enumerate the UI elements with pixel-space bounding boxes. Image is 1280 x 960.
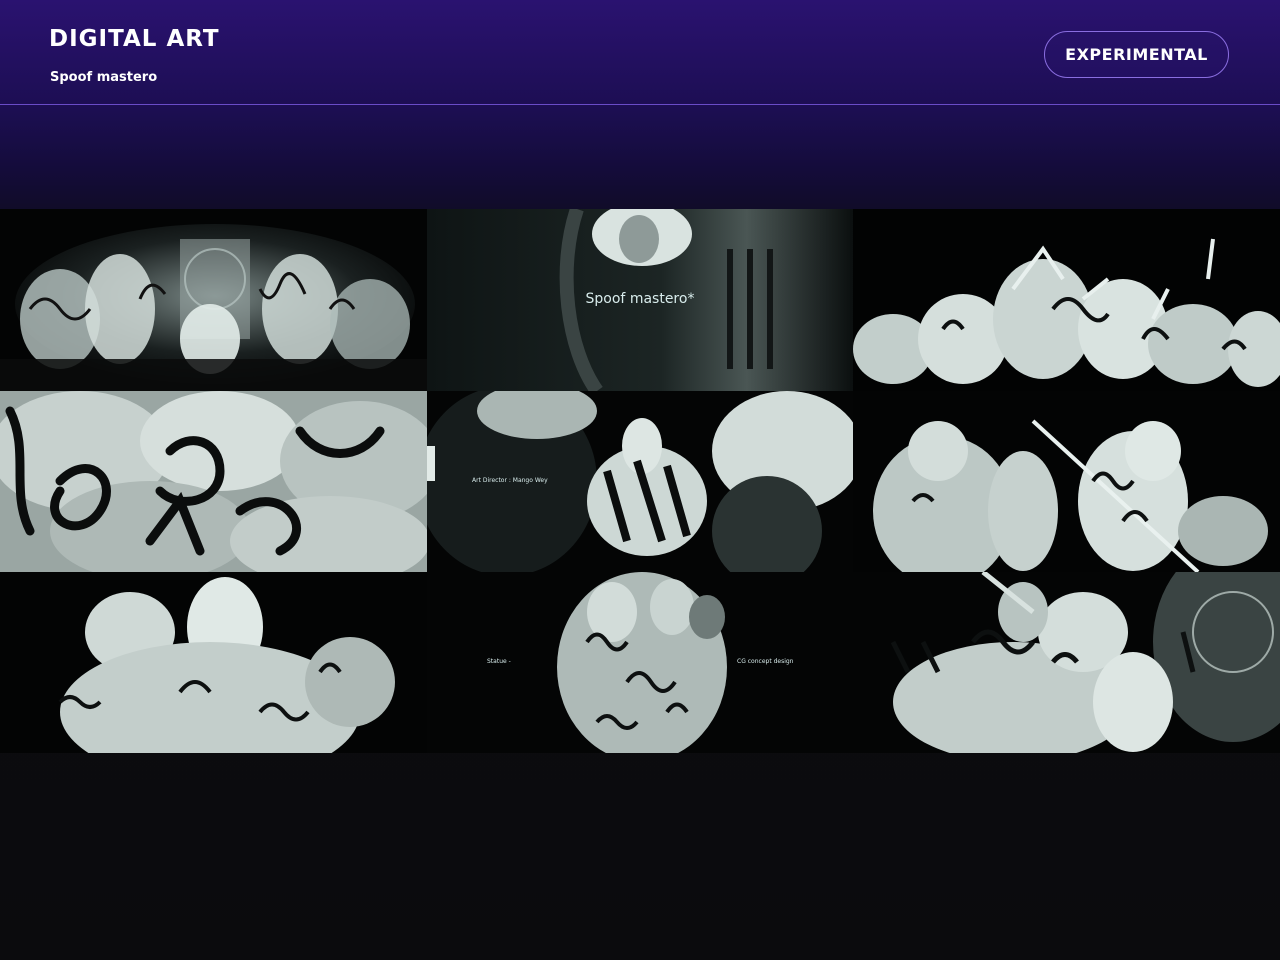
gallery-image-4[interactable] (0, 391, 427, 572)
page-subtitle: Spoof mastero (50, 70, 158, 85)
cavalry-statue-illustration (853, 209, 1280, 391)
experimental-tag-button[interactable]: EXPERIMENTAL (1044, 31, 1229, 78)
cg-concept-caption: CG concept design (737, 658, 794, 665)
page: DIGITAL ART Spoof mastero EXPERIMENTAL S… (0, 0, 1280, 960)
gallery-image-1[interactable] (0, 209, 427, 391)
header: DIGITAL ART Spoof mastero EXPERIMENTAL (0, 0, 1280, 105)
statue-caption: Statue - (487, 658, 511, 665)
gallery-image-2[interactable]: Spoof mastero* (427, 209, 853, 391)
horses-statue-illustration (853, 572, 1280, 753)
statue-group-illustration (0, 209, 427, 391)
gallery-image-6[interactable] (853, 391, 1280, 572)
figures-closeup-illustration (0, 572, 427, 753)
image-gallery: Spoof mastero* Art Director: Mango Wey … (0, 209, 1280, 753)
gallery-image-9[interactable] (853, 572, 1280, 753)
gallery-image-8[interactable]: Statue - CG concept design (427, 572, 853, 753)
relief-closeup-illustration (0, 391, 427, 572)
figures-spear-illustration (853, 391, 1280, 572)
gallery-image-7[interactable] (0, 572, 427, 753)
gallery-image-5[interactable]: Art Director : Mango Wey (427, 391, 853, 572)
art-director-credit: Art Director : Mango Wey (472, 477, 548, 484)
gallery-image-3[interactable] (853, 209, 1280, 391)
video-title-overlay: Spoof mastero* (585, 291, 695, 307)
page-title: DIGITAL ART (49, 26, 220, 52)
